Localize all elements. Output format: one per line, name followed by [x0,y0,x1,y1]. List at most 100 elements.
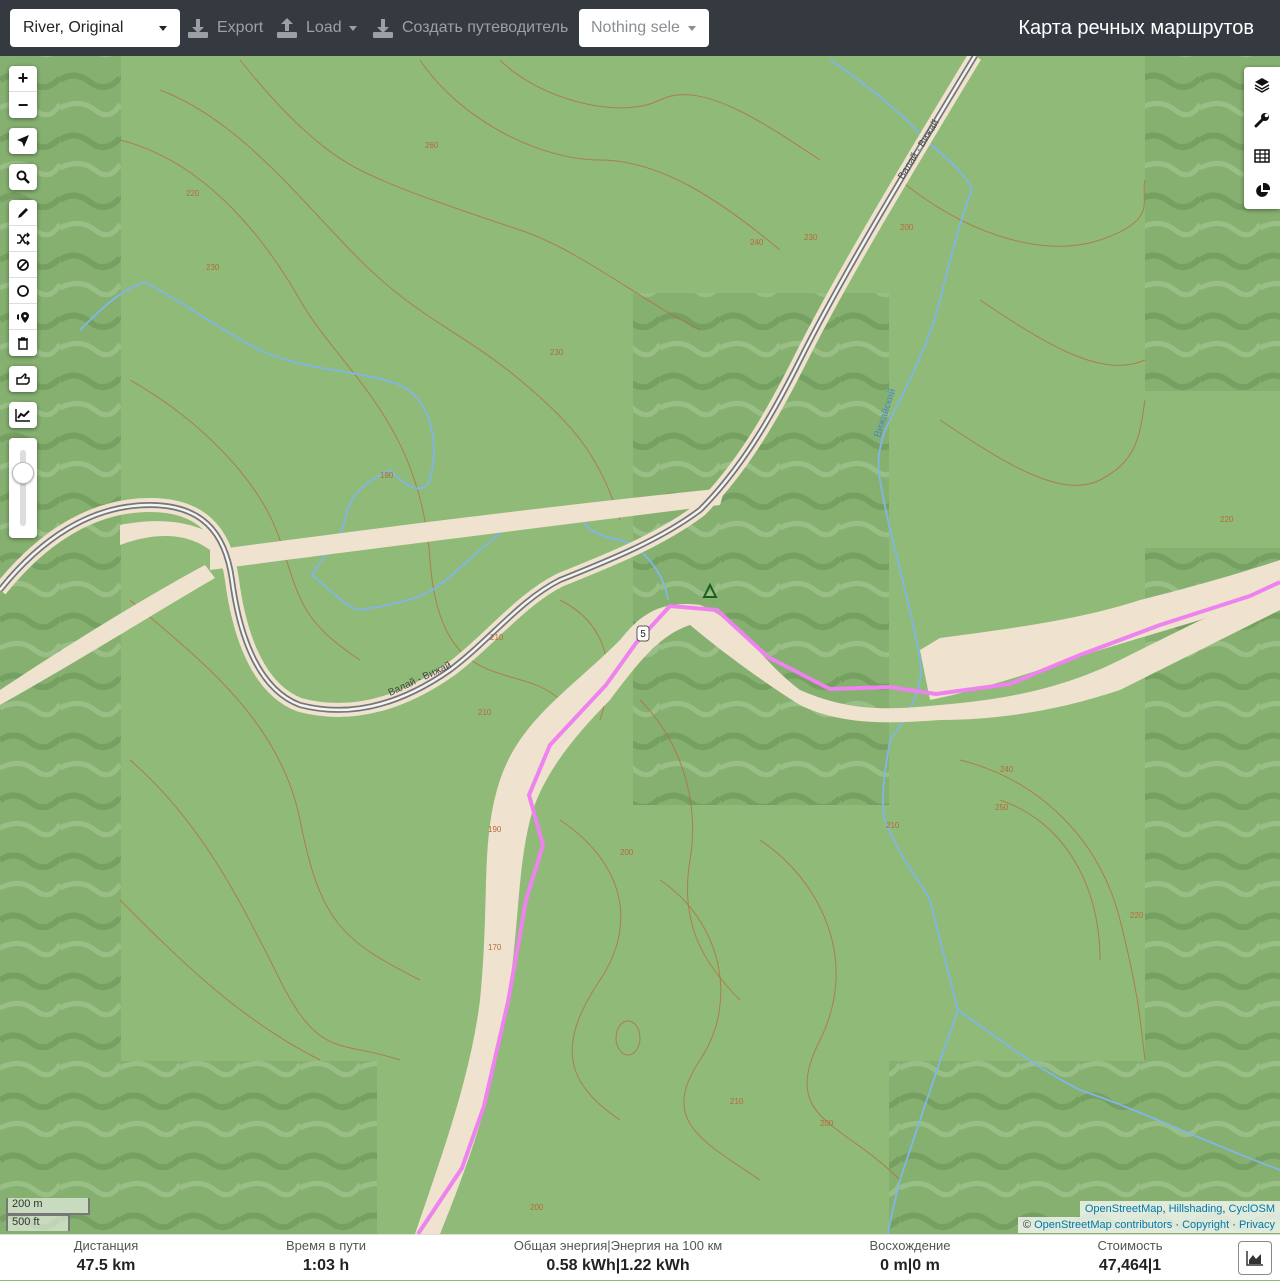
upload-icon [277,18,297,38]
load-label: Load [306,19,342,36]
svg-text:190: 190 [488,825,502,834]
svg-text:210: 210 [478,708,492,717]
svg-text:210: 210 [490,633,504,642]
table-icon [1254,149,1270,163]
locate-button[interactable] [9,128,37,154]
circle-button[interactable] [9,278,37,304]
line-chart-icon [15,409,30,422]
table-button[interactable] [1244,138,1280,174]
svg-text:230: 230 [206,263,220,272]
svg-text:190: 190 [380,471,394,480]
no-go-area-button[interactable] [9,252,37,278]
export-label: Export [217,19,264,36]
chevron-down-icon [159,26,167,31]
svg-text:200: 200 [900,223,914,232]
share-control [9,366,37,392]
load-button[interactable]: Load [277,9,361,47]
profile-select[interactable]: River, Original [10,9,180,47]
slider-handle[interactable] [12,462,34,484]
draw-toolbar [9,200,37,356]
hillshade-tile [121,1061,377,1234]
opacity-slider[interactable] [9,438,37,538]
svg-text:220: 220 [1220,515,1234,524]
scale-meters: 200 m [6,1198,90,1215]
layers-icon [1254,77,1270,93]
route-stats-bar: Дистанция 47.5 km Время в пути 1:03 h Об… [0,1234,1280,1280]
settings-button[interactable] [1244,103,1280,139]
draw-route-button[interactable] [9,200,37,226]
locate-control [9,128,37,154]
copyright-link[interactable]: Copyright [1182,1219,1229,1231]
stat-ascent: Восхождение 0 m|0 m [850,1235,970,1281]
attribution-link[interactable]: Hillshading [1169,1203,1223,1215]
hillshade-tile [633,293,889,805]
layers-button[interactable] [1244,67,1280,103]
stat-cost: Стоимость 47,464|1 [1070,1235,1190,1281]
app-title: Карта речных маршрутов [1018,17,1254,39]
route-marker[interactable]: 5 [636,625,650,642]
create-guide-button[interactable]: Создать путеводитель [373,9,573,47]
tile-attribution: OpenStreetMap, Hillshading, CyclOSM [1079,1201,1280,1217]
stat-value: 1:03 h [302,1257,350,1274]
shuffle-icon [17,232,30,245]
copyright-symbol: © [1022,1219,1032,1231]
stat-value: 47.5 km [76,1257,136,1274]
pie-chart-icon [1256,183,1270,198]
stat-label: Восхождение [869,1238,951,1253]
svg-text:220: 220 [1130,911,1144,920]
wrench-icon [1254,113,1269,128]
hand-pointer-icon [16,372,30,385]
statistics-button[interactable] [1244,174,1280,210]
svg-text:260: 260 [425,141,439,150]
profile-select-value: River, Original [23,19,124,36]
map-canvas[interactable]: 5 Валай - Вижай Валай - Вижай Вижайский … [0,56,1280,1234]
location-arrow-icon [17,135,29,147]
stat-value: 0.58 kWh|1.22 kWh [546,1257,690,1274]
elevation-control [9,402,37,428]
stat-label: Общая энергия|Энергия на 100 км [513,1238,723,1253]
search-control [9,164,37,190]
trash-icon [18,337,28,350]
svg-text:170: 170 [488,943,502,952]
stat-label: Стоимость [1097,1238,1163,1253]
search-icon [16,170,30,184]
elevation-profile-button[interactable] [1238,1241,1272,1275]
delete-route-button[interactable] [9,330,37,356]
stat-travel-time: Время в пути 1:03 h [266,1235,386,1281]
circle-icon [17,284,29,297]
stat-distance: Дистанция 47.5 km [46,1235,166,1281]
stat-label: Дистанция [73,1238,139,1253]
search-button[interactable] [9,164,37,190]
reverse-route-button[interactable] [9,226,37,252]
share-button[interactable] [9,366,37,392]
svg-text:230: 230 [804,233,818,242]
download-icon [188,19,208,38]
attribution-link[interactable]: CyclOSM [1229,1203,1275,1215]
zoom-out-button[interactable]: − [9,92,37,118]
privacy-link[interactable]: Privacy [1239,1219,1275,1231]
area-chart-icon [1246,1251,1263,1266]
osm-attribution: © OpenStreetMap contributors · Copyright… [1017,1217,1280,1233]
poi-button[interactable] [9,304,37,330]
stat-value: 0 m|0 m [880,1257,940,1274]
selection-dropdown[interactable]: Nothing sele [579,9,709,47]
stat-energy: Общая энергия|Энергия на 100 км 0.58 kWh… [500,1235,736,1281]
create-guide-label: Создать путеводитель [402,19,569,36]
scale-feet: 500 ft [6,1214,70,1231]
osm-contributors-link[interactable]: OpenStreetMap contributors [1034,1219,1172,1231]
zoom-control: + − [9,66,37,118]
svg-text:220: 220 [186,189,200,198]
ban-icon [17,258,29,271]
elevation-button[interactable] [9,402,37,428]
attribution-link[interactable]: OpenStreetMap [1085,1203,1163,1215]
zoom-in-button[interactable]: + [9,66,37,92]
top-navbar: River, Original Export Load Создать путе… [0,0,1280,56]
stat-label: Время в пути [286,1238,366,1253]
export-button[interactable]: Export [188,9,268,47]
route-marker-label: 5 [640,629,646,640]
chevron-down-icon [349,26,357,31]
svg-text:230: 230 [550,348,564,357]
stat-value: 47,464|1 [1098,1257,1162,1274]
chevron-down-icon [688,26,696,31]
svg-text:240: 240 [750,238,764,247]
